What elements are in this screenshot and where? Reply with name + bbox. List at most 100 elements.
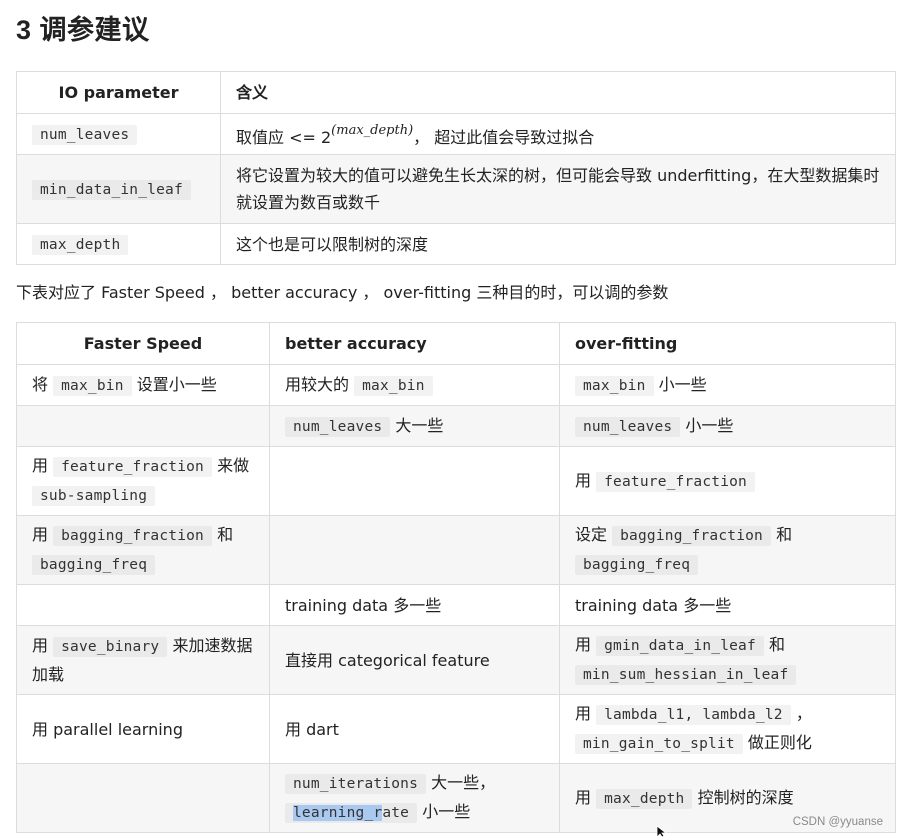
faster-speed-cell [16, 584, 270, 626]
param-code: max_bin [575, 375, 654, 396]
param-code: max_depth [596, 788, 693, 809]
table-row: 用 parallel learning 用 dart 用 lambda_l1, … [16, 694, 896, 764]
header-faster-speed: Faster Speed [16, 322, 270, 365]
mouse-cursor-icon [656, 826, 667, 837]
over-fitting-cell: num_leaves 小一些 [559, 405, 896, 447]
csdn-watermark: CSDN @yyuanse [792, 816, 883, 828]
param-code: num_leaves [285, 416, 391, 437]
param-code: sub-sampling [32, 486, 156, 506]
cell-text: 用 [575, 704, 592, 723]
cell-text: 和 [776, 525, 793, 544]
table-header-row: IO parameter 含义 [16, 71, 896, 114]
cell-text: 大一些， [431, 773, 496, 792]
header-io-parameter: IO parameter [16, 71, 221, 114]
table-row: 用 bagging_fraction 和 bagging_freq 设定 bag… [16, 515, 896, 585]
table-row: min_data_in_leaf 将它设置为较大的值可以避免生长太深的树，但可能… [16, 154, 896, 224]
table-row: 用 feature_fraction 来做 sub-sampling 用 fea… [16, 446, 896, 516]
better-accuracy-cell [269, 446, 560, 516]
faster-speed-cell: 将 max_bin 设置小一些 [16, 364, 270, 406]
param-code: lambda_l1, lambda_l2 [596, 705, 791, 725]
tuning-table: Faster Speed better accuracy over-fittin… [16, 322, 896, 833]
better-accuracy-cell [269, 515, 560, 585]
cell-text: 用较大的 [285, 374, 350, 394]
cell-text: 和 [217, 525, 234, 544]
param-code: bagging_freq [32, 555, 156, 575]
text-selection[interactable]: learning_r [293, 805, 383, 821]
cell-text: 用 [575, 470, 592, 490]
faster-speed-cell [16, 763, 270, 833]
param-cell: min_data_in_leaf [16, 154, 221, 224]
param-code: max_bin [354, 375, 433, 396]
param-code: feature_fraction [53, 457, 212, 477]
better-accuracy-cell: num_leaves 大一些 [269, 405, 560, 447]
param-code: learning_rate [285, 803, 418, 823]
cell-text: 做正则化 [747, 733, 812, 752]
cell-text: 用 [32, 456, 49, 475]
cell-text: ， [795, 704, 812, 723]
faster-speed-cell [16, 405, 270, 447]
better-accuracy-cell: 用较大的 max_bin [269, 364, 560, 406]
desc-cell: 取值应 <= 2(max_depth)， 超过此值会导致过拟合 [220, 113, 896, 155]
param-code: min_data_in_leaf [32, 179, 191, 200]
table-row: max_depth 这个也是可以限制树的深度 [16, 223, 896, 265]
better-accuracy-cell: 直接用 categorical feature [269, 625, 560, 695]
over-fitting-cell: training data 多一些 [559, 584, 896, 626]
table-row: training data 多一些 training data 多一些 [16, 584, 896, 626]
better-accuracy-cell: 用 dart [269, 694, 560, 764]
param-code: num_leaves [575, 416, 681, 437]
section-title: 3 调参建议 [16, 15, 150, 45]
table-row: num_leaves 取值应 <= 2(max_depth)， 超过此值会导致过… [16, 113, 896, 155]
over-fitting-cell: 用 lambda_l1, lambda_l2 ， min_gain_to_spl… [559, 694, 896, 764]
code-text: ate [382, 805, 410, 821]
table-row: num_iterations 大一些， learning_rate 小一些 用 … [16, 763, 896, 833]
cell-text: 小一些 [658, 374, 707, 394]
param-code: num_iterations [285, 774, 427, 794]
cell-text: 小一些 [422, 802, 471, 821]
desc-cell: 将它设置为较大的值可以避免生长太深的树，但可能会导致 underfitting，… [220, 154, 896, 224]
cell-text: 和 [769, 635, 786, 654]
param-code: max_bin [53, 375, 132, 396]
desc-text: ， 超过此值会导致过拟合 [413, 128, 595, 147]
faster-speed-cell: 用 save_binary 来加速数据加载 [16, 625, 270, 695]
faster-speed-cell: 用 feature_fraction 来做 sub-sampling [16, 446, 270, 516]
param-cell: num_leaves [16, 113, 221, 155]
param-code: bagging_freq [575, 555, 699, 575]
faster-speed-cell: 用 parallel learning [16, 694, 270, 764]
param-code: bagging_fraction [53, 526, 212, 546]
param-code: feature_fraction [596, 471, 755, 492]
intro-paragraph: 下表对应了 Faster Speed ， better accuracy ， o… [16, 283, 669, 302]
header-better-accuracy: better accuracy [269, 322, 560, 365]
over-fitting-cell: 用 feature_fraction [559, 446, 896, 516]
header-meaning: 含义 [220, 71, 896, 114]
header-over-fitting: over-fitting [559, 322, 896, 365]
cell-text: 用 [32, 636, 49, 655]
io-parameter-table: IO parameter 含义 num_leaves 取值应 <= 2(max_… [16, 71, 896, 265]
cell-text: 来做 [217, 456, 250, 475]
over-fitting-cell: max_bin 小一些 [559, 364, 896, 406]
cell-text: 设置小一些 [136, 374, 217, 394]
cell-text: 用 [32, 525, 49, 544]
param-code: num_leaves [32, 124, 138, 145]
desc-exponent: (max_depth) [331, 123, 414, 138]
table-header-row: Faster Speed better accuracy over-fittin… [16, 322, 896, 365]
param-code: min_sum_hessian_in_leaf [575, 665, 797, 685]
param-code: gmin_data_in_leaf [596, 636, 764, 656]
cell-text: 大一些 [395, 415, 444, 435]
desc-cell: 这个也是可以限制树的深度 [220, 223, 896, 265]
param-cell: max_depth [16, 223, 221, 265]
cell-text: 设定 [575, 525, 608, 544]
table-row: 将 max_bin 设置小一些 用较大的 max_bin max_bin 小一些 [16, 364, 896, 406]
table-row: num_leaves 大一些 num_leaves 小一些 [16, 405, 896, 447]
over-fitting-cell: 设定 bagging_fraction 和 bagging_freq [559, 515, 896, 585]
cell-text: 用 [575, 635, 592, 654]
desc-text: 取值应 <= 2 [236, 128, 332, 147]
param-code: max_depth [32, 234, 129, 255]
over-fitting-cell: 用 gmin_data_in_leaf 和 min_sum_hessian_in… [559, 625, 896, 695]
cell-text: 小一些 [685, 415, 734, 435]
faster-speed-cell: 用 bagging_fraction 和 bagging_freq [16, 515, 270, 585]
cell-text: 控制树的深度 [697, 787, 794, 807]
better-accuracy-cell: training data 多一些 [269, 584, 560, 626]
table-row: 用 save_binary 来加速数据加载 直接用 categorical fe… [16, 625, 896, 695]
param-code: save_binary [53, 637, 168, 657]
cell-text: 将 [32, 374, 49, 394]
